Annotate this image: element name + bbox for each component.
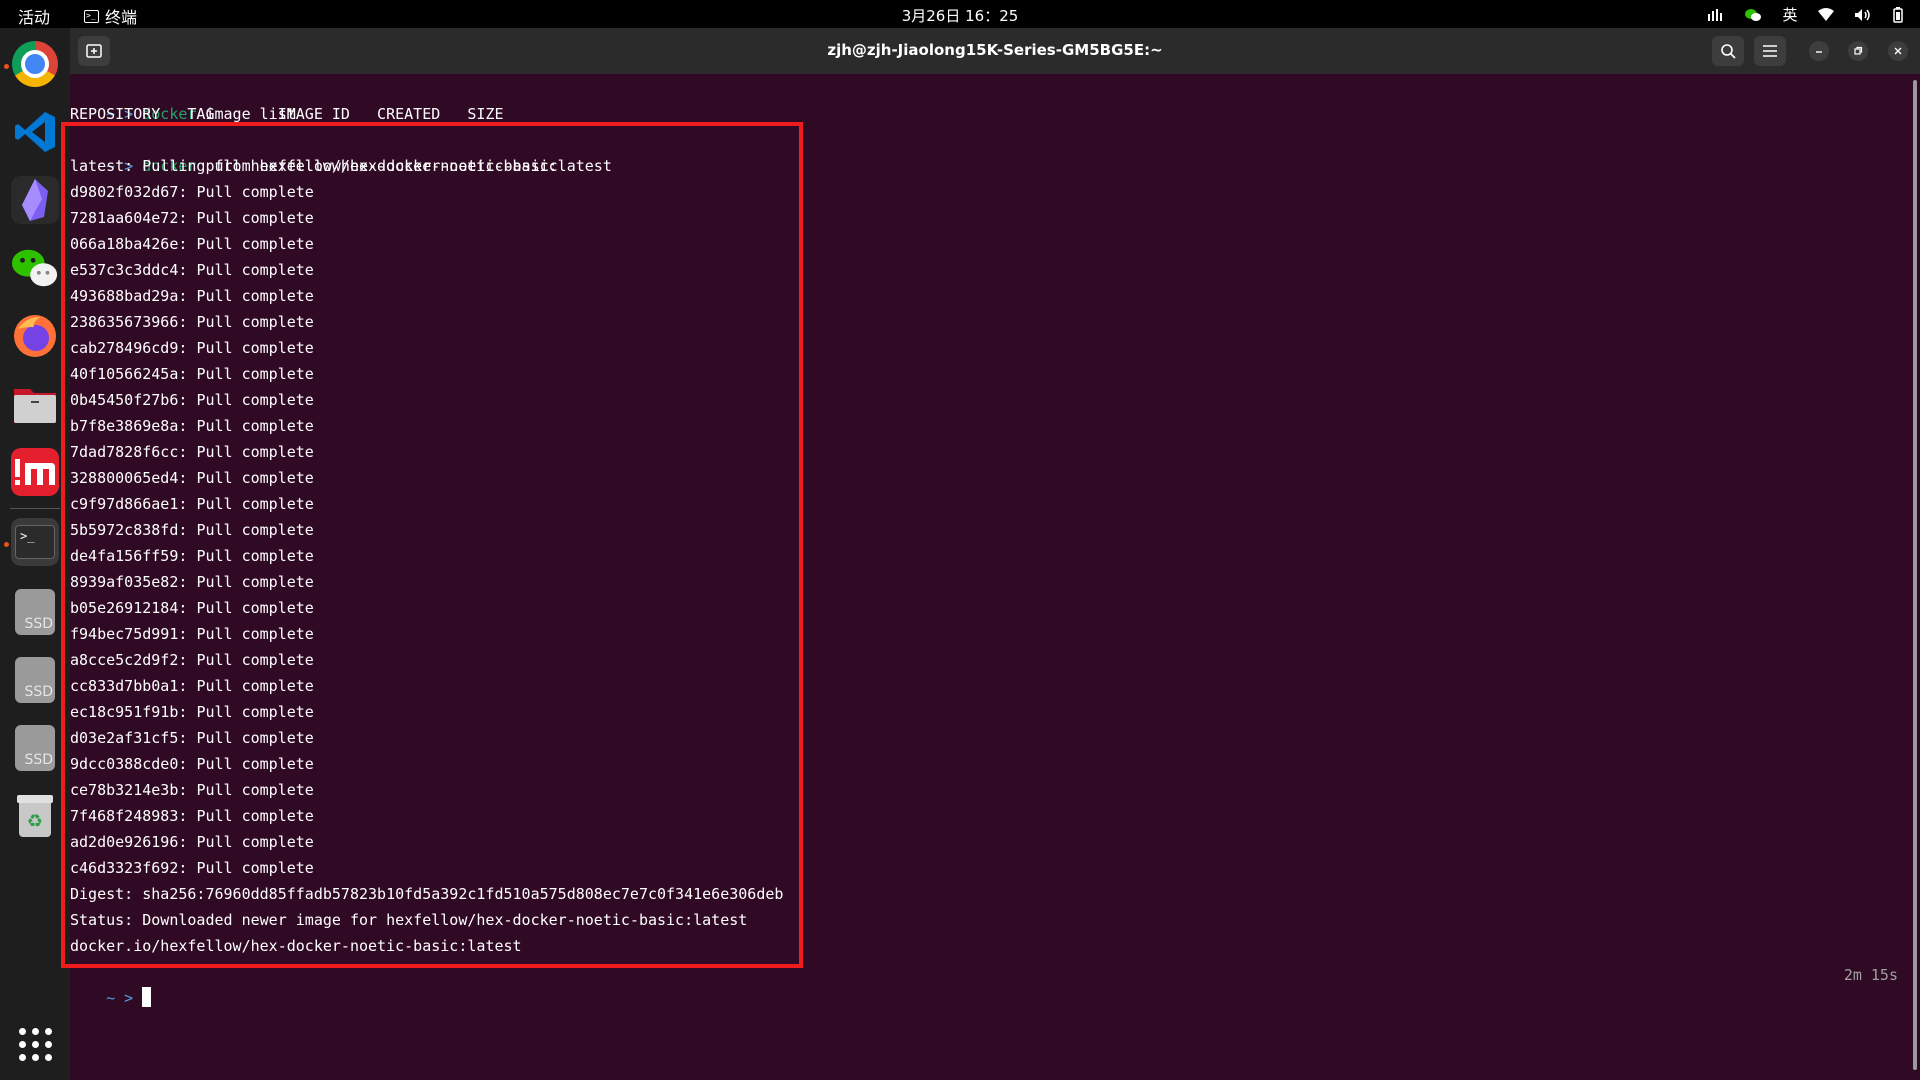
notes-app-icon[interactable]	[11, 448, 59, 496]
clock[interactable]: 3月26日 16：25	[0, 5, 1920, 26]
battery-icon[interactable]	[1890, 6, 1906, 23]
terminal-output[interactable]: ~ > docker image list REPOSITORY TAG IMA…	[61, 74, 1920, 1080]
text-cursor	[142, 987, 152, 1007]
volume-icon[interactable]	[1854, 8, 1870, 22]
close-button[interactable]	[1888, 41, 1908, 61]
input-method-indicator[interactable]: 英	[1782, 4, 1798, 25]
window-title: zjh@zjh-Jiaolong15K-Series-GM5BG5E:~	[827, 41, 1163, 59]
scrollbar[interactable]	[1913, 80, 1917, 1070]
elapsed-time: 2m 15s	[1843, 966, 1898, 984]
minimize-button[interactable]	[1809, 41, 1829, 61]
app-grid-icon[interactable]	[11, 1020, 59, 1068]
restore-button[interactable]	[1848, 41, 1868, 61]
top-bar: 活动 >_ 终端 3月26日 16：25 英	[0, 0, 1920, 28]
hamburger-menu-button[interactable]	[1754, 36, 1786, 66]
firefox-icon[interactable]	[11, 312, 59, 360]
command-line: ~ > docker image list	[70, 75, 296, 123]
dock-separator	[10, 508, 60, 509]
wechat-icon[interactable]	[11, 244, 59, 292]
trash-icon[interactable]: ♻	[11, 792, 59, 840]
ssd-icon[interactable]: SSD	[11, 656, 59, 704]
system-tray[interactable]: 英	[1708, 4, 1906, 25]
ssd-icon[interactable]: SSD	[11, 588, 59, 636]
highlight-box	[61, 122, 803, 968]
search-button[interactable]	[1712, 36, 1744, 66]
network-monitor-icon[interactable]	[1708, 8, 1724, 22]
dock: >_ SSD SSD SSD ♻	[0, 28, 70, 1080]
vscode-icon[interactable]	[11, 108, 59, 156]
wechat-tray-icon[interactable]	[1744, 7, 1762, 23]
terminal-icon[interactable]: >_	[11, 518, 59, 566]
files-icon[interactable]	[11, 380, 59, 428]
running-indicator	[4, 542, 9, 547]
svg-text:♻: ♻	[27, 811, 43, 832]
prompt: ~ >	[106, 989, 134, 1007]
running-indicator	[4, 64, 9, 69]
ssd-icon[interactable]: SSD	[11, 724, 59, 772]
obsidian-icon[interactable]	[11, 176, 59, 224]
wifi-icon[interactable]	[1818, 7, 1834, 22]
terminal-header-bar: zjh@zjh-Jiaolong15K-Series-GM5BG5E:~	[70, 28, 1920, 74]
chrome-icon[interactable]	[11, 40, 59, 88]
